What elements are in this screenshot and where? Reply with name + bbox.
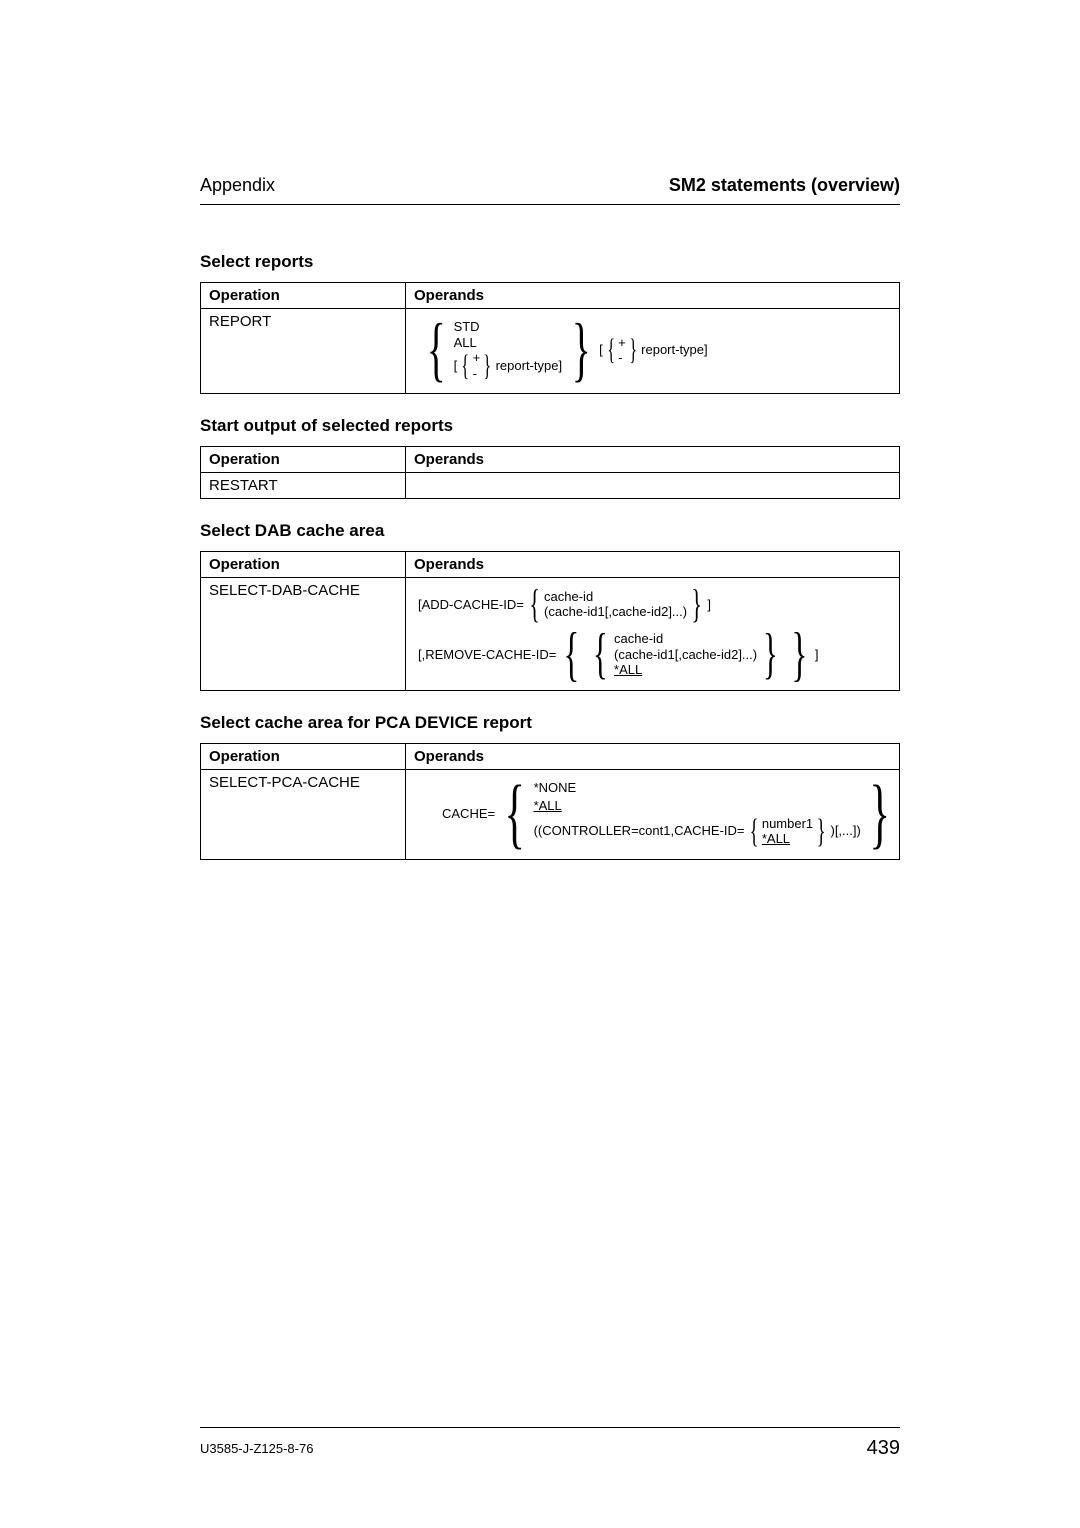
dab-cachelist-2: (cache-id1[,cache-id2]...): [614, 647, 757, 663]
dab-operation: SELECT-DAB-CACHE: [201, 578, 406, 691]
dab-remove-kw: [,REMOVE-CACHE-ID=: [418, 647, 556, 663]
col-operation: Operation: [201, 283, 406, 309]
footer-rule: [200, 1427, 900, 1428]
lbracket-2: [: [599, 342, 603, 358]
pca-none: *NONE: [534, 780, 861, 796]
section-title-restart: Start output of selected reports: [200, 416, 900, 436]
report-type-1: report-type: [496, 358, 559, 374]
col-operands: Operands: [406, 283, 900, 309]
col-operation-3: Operation: [201, 552, 406, 578]
col-operands-3: Operands: [406, 552, 900, 578]
minus: -: [473, 366, 481, 382]
restart-table: Operation Operands RESTART: [200, 446, 900, 499]
dab-operands: [ADD-CACHE-ID= { cache-id (cache-id1[,ca…: [406, 578, 900, 691]
section-title-dab: Select DAB cache area: [200, 521, 900, 541]
pca-all-inner: *ALL: [762, 831, 813, 847]
rbracket-2: ]: [704, 342, 708, 358]
footer-doc-id: U3585-J-Z125-8-76: [200, 1441, 313, 1456]
plus-2: +: [618, 335, 626, 351]
dab-close-1: ]: [707, 597, 711, 613]
restart-operation: RESTART: [201, 473, 406, 499]
section-title-report: Select reports: [200, 252, 900, 272]
pca-inner-pre: ((CONTROLLER=cont1,CACHE-ID=: [534, 823, 745, 839]
restart-operands: [406, 473, 900, 499]
report-type-2: report-type: [641, 342, 704, 358]
col-operands-2: Operands: [406, 447, 900, 473]
plus: +: [473, 350, 481, 366]
footer-page: 439: [867, 1437, 900, 1460]
col-operation-4: Operation: [201, 744, 406, 770]
dab-cacheid-1: cache-id: [544, 589, 687, 605]
pca-operation: SELECT-PCA-CACHE: [201, 770, 406, 859]
col-operands-4: Operands: [406, 744, 900, 770]
dab-add-kw: [ADD-CACHE-ID=: [418, 597, 524, 613]
dab-table: Operation Operands SELECT-DAB-CACHE [ADD…: [200, 551, 900, 691]
pca-cache-kw: CACHE=: [442, 806, 495, 822]
col-operation-2: Operation: [201, 447, 406, 473]
report-operation: REPORT: [201, 309, 406, 394]
report-table: Operation Operands REPORT { STD ALL: [200, 282, 900, 394]
report-all: ALL: [454, 335, 564, 351]
pca-number1: number1: [762, 816, 813, 832]
pca-inner-post: )[,...]): [830, 823, 860, 839]
dab-cachelist-1: (cache-id1[,cache-id2]...): [544, 604, 687, 620]
minus-2: -: [618, 350, 626, 366]
dab-close-2: ]: [815, 647, 819, 663]
dab-cacheid-2: cache-id: [614, 631, 757, 647]
pca-all: *ALL: [534, 798, 861, 814]
running-head-right: SM2 statements (overview): [669, 175, 900, 196]
lbracket: [: [454, 358, 458, 374]
pca-operands: CACHE= { *NONE *ALL ((CONTROLLER=cont1,C…: [406, 770, 900, 859]
report-operands: { STD ALL [ { +: [406, 309, 900, 394]
dab-all: *ALL: [614, 662, 757, 678]
report-std: STD: [454, 319, 564, 335]
section-title-pca: Select cache area for PCA DEVICE report: [200, 713, 900, 733]
running-head-left: Appendix: [200, 175, 275, 196]
pca-table: Operation Operands SELECT-PCA-CACHE CACH…: [200, 743, 900, 859]
rbracket: ]: [558, 358, 562, 374]
